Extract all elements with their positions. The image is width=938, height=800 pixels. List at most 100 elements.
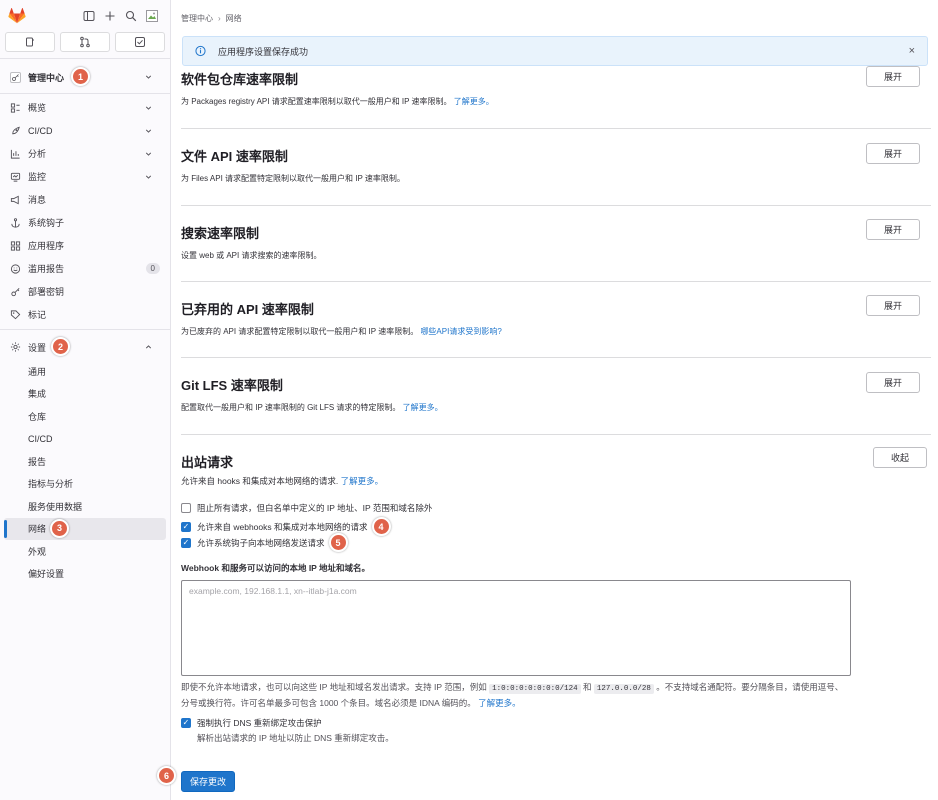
outbound-desc: 允许来自 hooks 和集成对本地网络的请求. 了解更多。 — [181, 475, 383, 487]
section-desc: 设置 web 或 API 请求搜索的速率限制。 — [181, 251, 322, 260]
gitlab-logo-icon[interactable] — [8, 8, 26, 24]
dns-rebinding-protection-row[interactable]: ✓ 强制执行 DNS 重新绑定攻击保护 — [181, 717, 322, 729]
learn-more-link[interactable]: 了解更多。 — [341, 476, 384, 486]
chevron-down-icon — [144, 172, 153, 181]
sidebar-subitem-label: 外观 — [28, 546, 47, 557]
chevron-down-icon — [144, 126, 153, 135]
sidebar-item-cicd[interactable]: CI/CD — [0, 119, 170, 142]
sidebar-subitem-label: 偏好设置 — [28, 569, 65, 580]
sidebar-item-label: 概览 — [28, 103, 47, 113]
learn-more-link[interactable]: 了解更多。 — [454, 97, 494, 106]
allow-webhook-local-requests-checkbox[interactable]: ✓ — [181, 521, 191, 532]
packages-rate-limit-section: 软件包仓库速率限制 为 Packages registry API 请求配置速率… — [181, 66, 931, 129]
step-marker-1: 1 — [71, 67, 90, 86]
sidebar-subitem-label: 仓库 — [28, 411, 47, 422]
sidebar-item-deploy-keys[interactable]: 部署密钥 — [0, 280, 170, 303]
expand-button[interactable]: 展开 — [866, 295, 920, 316]
sidebar-subitem-appearance[interactable]: 外观 — [0, 540, 170, 563]
abuse-reports-count-badge: 0 — [145, 263, 160, 274]
allowlist-textarea[interactable]: example.com, 192.168.1.1, xn--itlab-j1a.… — [181, 580, 851, 676]
help-text-part: 即使不允许本地请求，也可以向这些 IP 地址和域名发出请求。支持 IP 范围，例… — [181, 682, 487, 692]
sidebar-item-abuse-reports[interactable]: 滥用报告 0 — [0, 257, 170, 280]
sidebar-item-applications[interactable]: 应用程序 — [0, 234, 170, 257]
sidebar-subitem-cicd[interactable]: CI/CD — [0, 428, 170, 451]
checkbox-label: 阻止所有请求，但白名单中定义的 IP 地址、IP 范围和域名除外 — [197, 503, 433, 513]
avatar[interactable] — [146, 10, 158, 22]
sidebar-top — [0, 0, 170, 32]
chevron-right-icon: › — [218, 14, 221, 23]
sidebar-subitem-repository[interactable]: 仓库 — [0, 405, 170, 428]
sidebar-divider — [0, 93, 170, 94]
sidebar-item-messages[interactable]: 消息 — [0, 188, 170, 211]
sidebar-subitem-preferences[interactable]: 偏好设置 — [0, 563, 170, 586]
search-icon[interactable] — [125, 10, 137, 22]
issues-button[interactable] — [5, 32, 55, 52]
sidebar-item-label: 部署密钥 — [28, 287, 65, 297]
label-icon — [10, 309, 21, 320]
settings-gear-icon — [10, 342, 21, 353]
section-title: 搜索速率限制 — [181, 226, 260, 241]
section-desc: 配置取代一般用户和 IP 速率限制的 Git LFS 请求的特定限制。 了解更多… — [181, 402, 931, 413]
sidebar-subitem-label: 集成 — [28, 389, 47, 400]
sidebar-item-label: 消息 — [28, 195, 47, 205]
affected-requests-link[interactable]: 哪些API请求受到影响? — [420, 327, 501, 336]
collapse-button[interactable]: 收起 — [873, 447, 927, 468]
sidebar-item-system-hooks[interactable]: 系统钩子 — [0, 211, 170, 234]
sidebar-item-labels[interactable]: 标记 — [0, 303, 170, 326]
sidebar-item-overview[interactable]: 概览 — [0, 96, 170, 119]
allow-system-hooks-local-requests-row[interactable]: ✓ 允许系统钩子向本地网络发送请求 5 — [181, 533, 348, 552]
sidebar-admin-header[interactable]: 管理中心 1 — [0, 65, 170, 89]
sidebar-item-label: 分析 — [28, 149, 47, 159]
save-changes-button[interactable]: 保存更改 — [181, 771, 235, 792]
block-all-requests-checkbox-row[interactable]: 阻止所有请求，但白名单中定义的 IP 地址、IP 范围和域名除外 — [181, 502, 432, 514]
sidebar-subitem-network[interactable]: 网络 3 — [4, 517, 166, 540]
step-marker-5: 5 — [328, 533, 348, 552]
help-text-part: 和 — [582, 682, 592, 692]
expand-button[interactable]: 展开 — [866, 66, 920, 87]
sidebar-item-label: 系统钩子 — [28, 218, 65, 228]
section-desc: 为 Files API 请求配置特定限制以取代一般用户和 IP 速率限制。 — [181, 174, 405, 183]
sidebar-item-analytics[interactable]: 分析 — [0, 142, 170, 165]
merge-requests-button[interactable] — [60, 32, 110, 52]
main-content: 管理中心 › 网络 应用程序设置保存成功 × 软件包仓库速率限制 为 Packa… — [157, 0, 938, 800]
section-desc-text: 为已废弃的 API 请求配置特定限制以取代一般用户和 IP 速率限制。 — [181, 327, 419, 336]
merge-request-icon — [79, 36, 91, 48]
sidebar-subitem-label: 报告 — [28, 456, 47, 467]
sidebar-divider — [0, 58, 170, 59]
sidebar-subitem-general[interactable]: 通用 — [0, 360, 170, 383]
sidebar-item-label: 滥用报告 — [28, 264, 65, 274]
breadcrumb-parent[interactable]: 管理中心 — [181, 13, 213, 24]
sidebar-subitem-label: 网络 — [28, 524, 47, 535]
close-icon[interactable]: × — [909, 45, 915, 57]
sidebar-settings-header[interactable]: 设置 2 — [0, 334, 170, 360]
checkbox-label: 允许系统钩子向本地网络发送请求 — [197, 537, 325, 548]
expand-button[interactable]: 展开 — [866, 143, 920, 164]
sidebar-item-monitoring[interactable]: 监控 — [0, 165, 170, 188]
plus-icon[interactable] — [104, 10, 116, 22]
outbound-title: 出站请求 — [181, 455, 234, 470]
expand-button[interactable]: 展开 — [866, 219, 920, 240]
dns-help-text: 解析出站请求的 IP 地址以防止 DNS 重新绑定攻击。 — [197, 733, 394, 743]
sidebar-subitem-metrics[interactable]: 指标与分析 — [0, 473, 170, 496]
monitor-icon — [10, 171, 21, 182]
overview-icon — [10, 102, 21, 113]
chevron-up-icon — [144, 343, 153, 352]
todo-icon — [134, 36, 146, 48]
learn-more-link[interactable]: 了解更多。 — [478, 698, 521, 708]
bullhorn-icon — [10, 194, 21, 205]
allow-system-hooks-local-requests-checkbox[interactable]: ✓ — [181, 537, 191, 548]
sidebar-subitem-integrations[interactable]: 集成 — [0, 383, 170, 406]
block-all-requests-checkbox[interactable] — [181, 503, 191, 513]
section-title: 软件包仓库速率限制 — [181, 72, 299, 87]
learn-more-link[interactable]: 了解更多。 — [403, 403, 443, 412]
sidebar-subitem-reporting[interactable]: 报告 — [0, 450, 170, 473]
dns-rebinding-protection-checkbox[interactable]: ✓ — [181, 718, 191, 728]
expand-button[interactable]: 展开 — [866, 372, 920, 393]
sidebar-toggle-icon[interactable] — [83, 10, 95, 22]
todos-button[interactable] — [115, 32, 165, 52]
breadcrumb-current[interactable]: 网络 — [226, 13, 242, 24]
chevron-down-icon — [144, 103, 153, 112]
sidebar-subitem-label: CI/CD — [28, 433, 53, 444]
sidebar-subitem-service-usage[interactable]: 服务使用数据 — [0, 495, 170, 518]
applications-icon — [10, 240, 21, 251]
